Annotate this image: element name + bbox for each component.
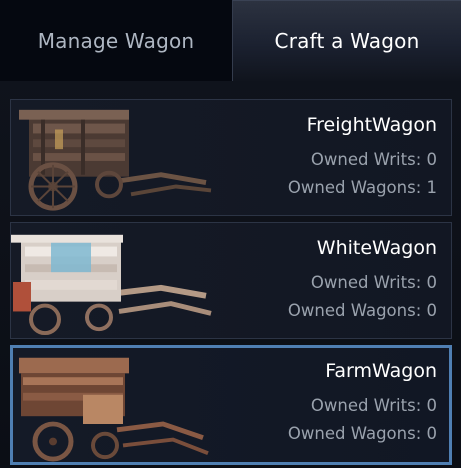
wagon-name: FreightWagon [306, 114, 437, 136]
wagon-name: WhiteWagon [316, 237, 437, 259]
white-wagon-image [11, 223, 226, 338]
wagon-card-farm[interactable]: FarmWagon Owned Writs: 0 Owned Wagons: 0 [10, 345, 452, 465]
owned-writs: Owned Writs: 0 [310, 150, 437, 169]
owned-wagons: Owned Wagons: 0 [287, 301, 437, 320]
freight-wagon-image [11, 100, 226, 215]
wagon-name: FarmWagon [325, 360, 437, 382]
wagon-card-white[interactable]: WhiteWagon Owned Writs: 0 Owned Wagons: … [10, 222, 452, 339]
owned-writs: Owned Writs: 0 [310, 273, 437, 292]
tab-manage-wagon[interactable]: Manage Wagon [0, 0, 232, 81]
white-wagon-info: WhiteWagon Owned Writs: 0 Owned Wagons: … [288, 237, 437, 325]
tab-bar: Manage Wagon Craft a Wagon [0, 0, 461, 81]
farm-wagon-image [13, 348, 228, 462]
wagon-card-freight[interactable]: FreightWagon Owned Writs: 0 Owned Wagons… [10, 99, 452, 216]
owned-writs: Owned Writs: 0 [310, 396, 437, 415]
farm-wagon-info: FarmWagon Owned Writs: 0 Owned Wagons: 0 [288, 360, 437, 448]
owned-wagons: Owned Wagons: 0 [287, 424, 437, 443]
tab-craft-a-wagon[interactable]: Craft a Wagon [232, 0, 461, 81]
freight-wagon-info: FreightWagon Owned Writs: 0 Owned Wagons… [288, 114, 437, 202]
wagon-panel: Manage Wagon Craft a Wagon FreightWagon … [0, 0, 461, 468]
owned-wagons: Owned Wagons: 1 [287, 178, 437, 197]
wagon-list: FreightWagon Owned Writs: 0 Owned Wagons… [10, 99, 452, 468]
